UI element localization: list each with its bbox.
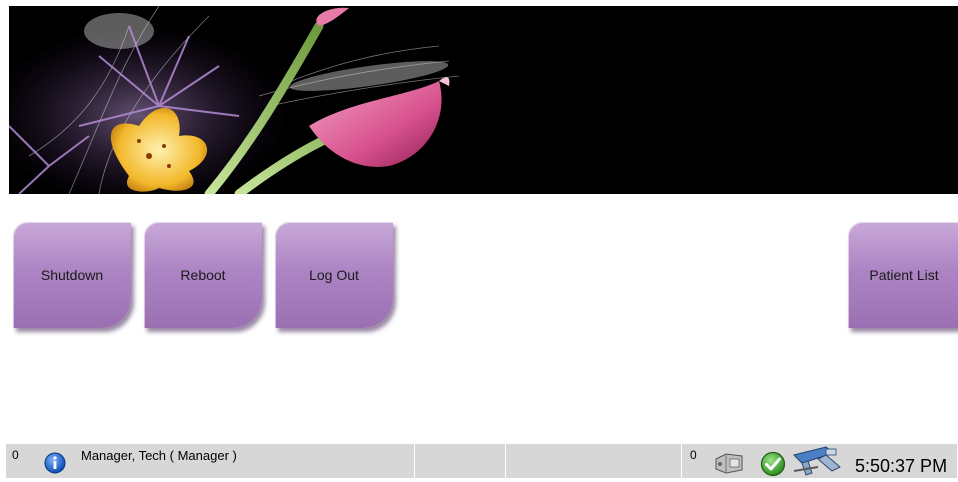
- log-out-button-label: Log Out: [309, 267, 359, 283]
- clock-time: 5:50:37 PM: [855, 456, 948, 476]
- info-icon[interactable]: [44, 452, 66, 479]
- patient-list-button[interactable]: Patient List: [848, 222, 958, 328]
- status-segment-empty-2: [506, 444, 682, 478]
- media-drive-icon[interactable]: [712, 451, 746, 480]
- header-banner: [9, 6, 958, 194]
- media-count: 0: [690, 448, 697, 462]
- flower-banner-image: [9, 6, 958, 194]
- alarm-count: 0: [12, 448, 19, 462]
- shutdown-button[interactable]: Shutdown: [13, 222, 131, 328]
- current-user-label: Manager, Tech ( Manager ): [81, 448, 237, 463]
- patient-list-button-label: Patient List: [869, 267, 939, 283]
- reboot-button[interactable]: Reboot: [144, 222, 262, 328]
- reboot-button-label: Reboot: [180, 267, 226, 283]
- log-out-button[interactable]: Log Out: [275, 222, 393, 328]
- status-ok-check-icon[interactable]: [760, 451, 786, 482]
- status-bar: 0 Manager, Tech ( Manager ) 0 5:50:37 PM: [0, 443, 958, 478]
- gantry-device-icon[interactable]: [788, 445, 844, 482]
- shutdown-button-label: Shutdown: [40, 267, 104, 283]
- status-segment-empty-1: [415, 444, 506, 478]
